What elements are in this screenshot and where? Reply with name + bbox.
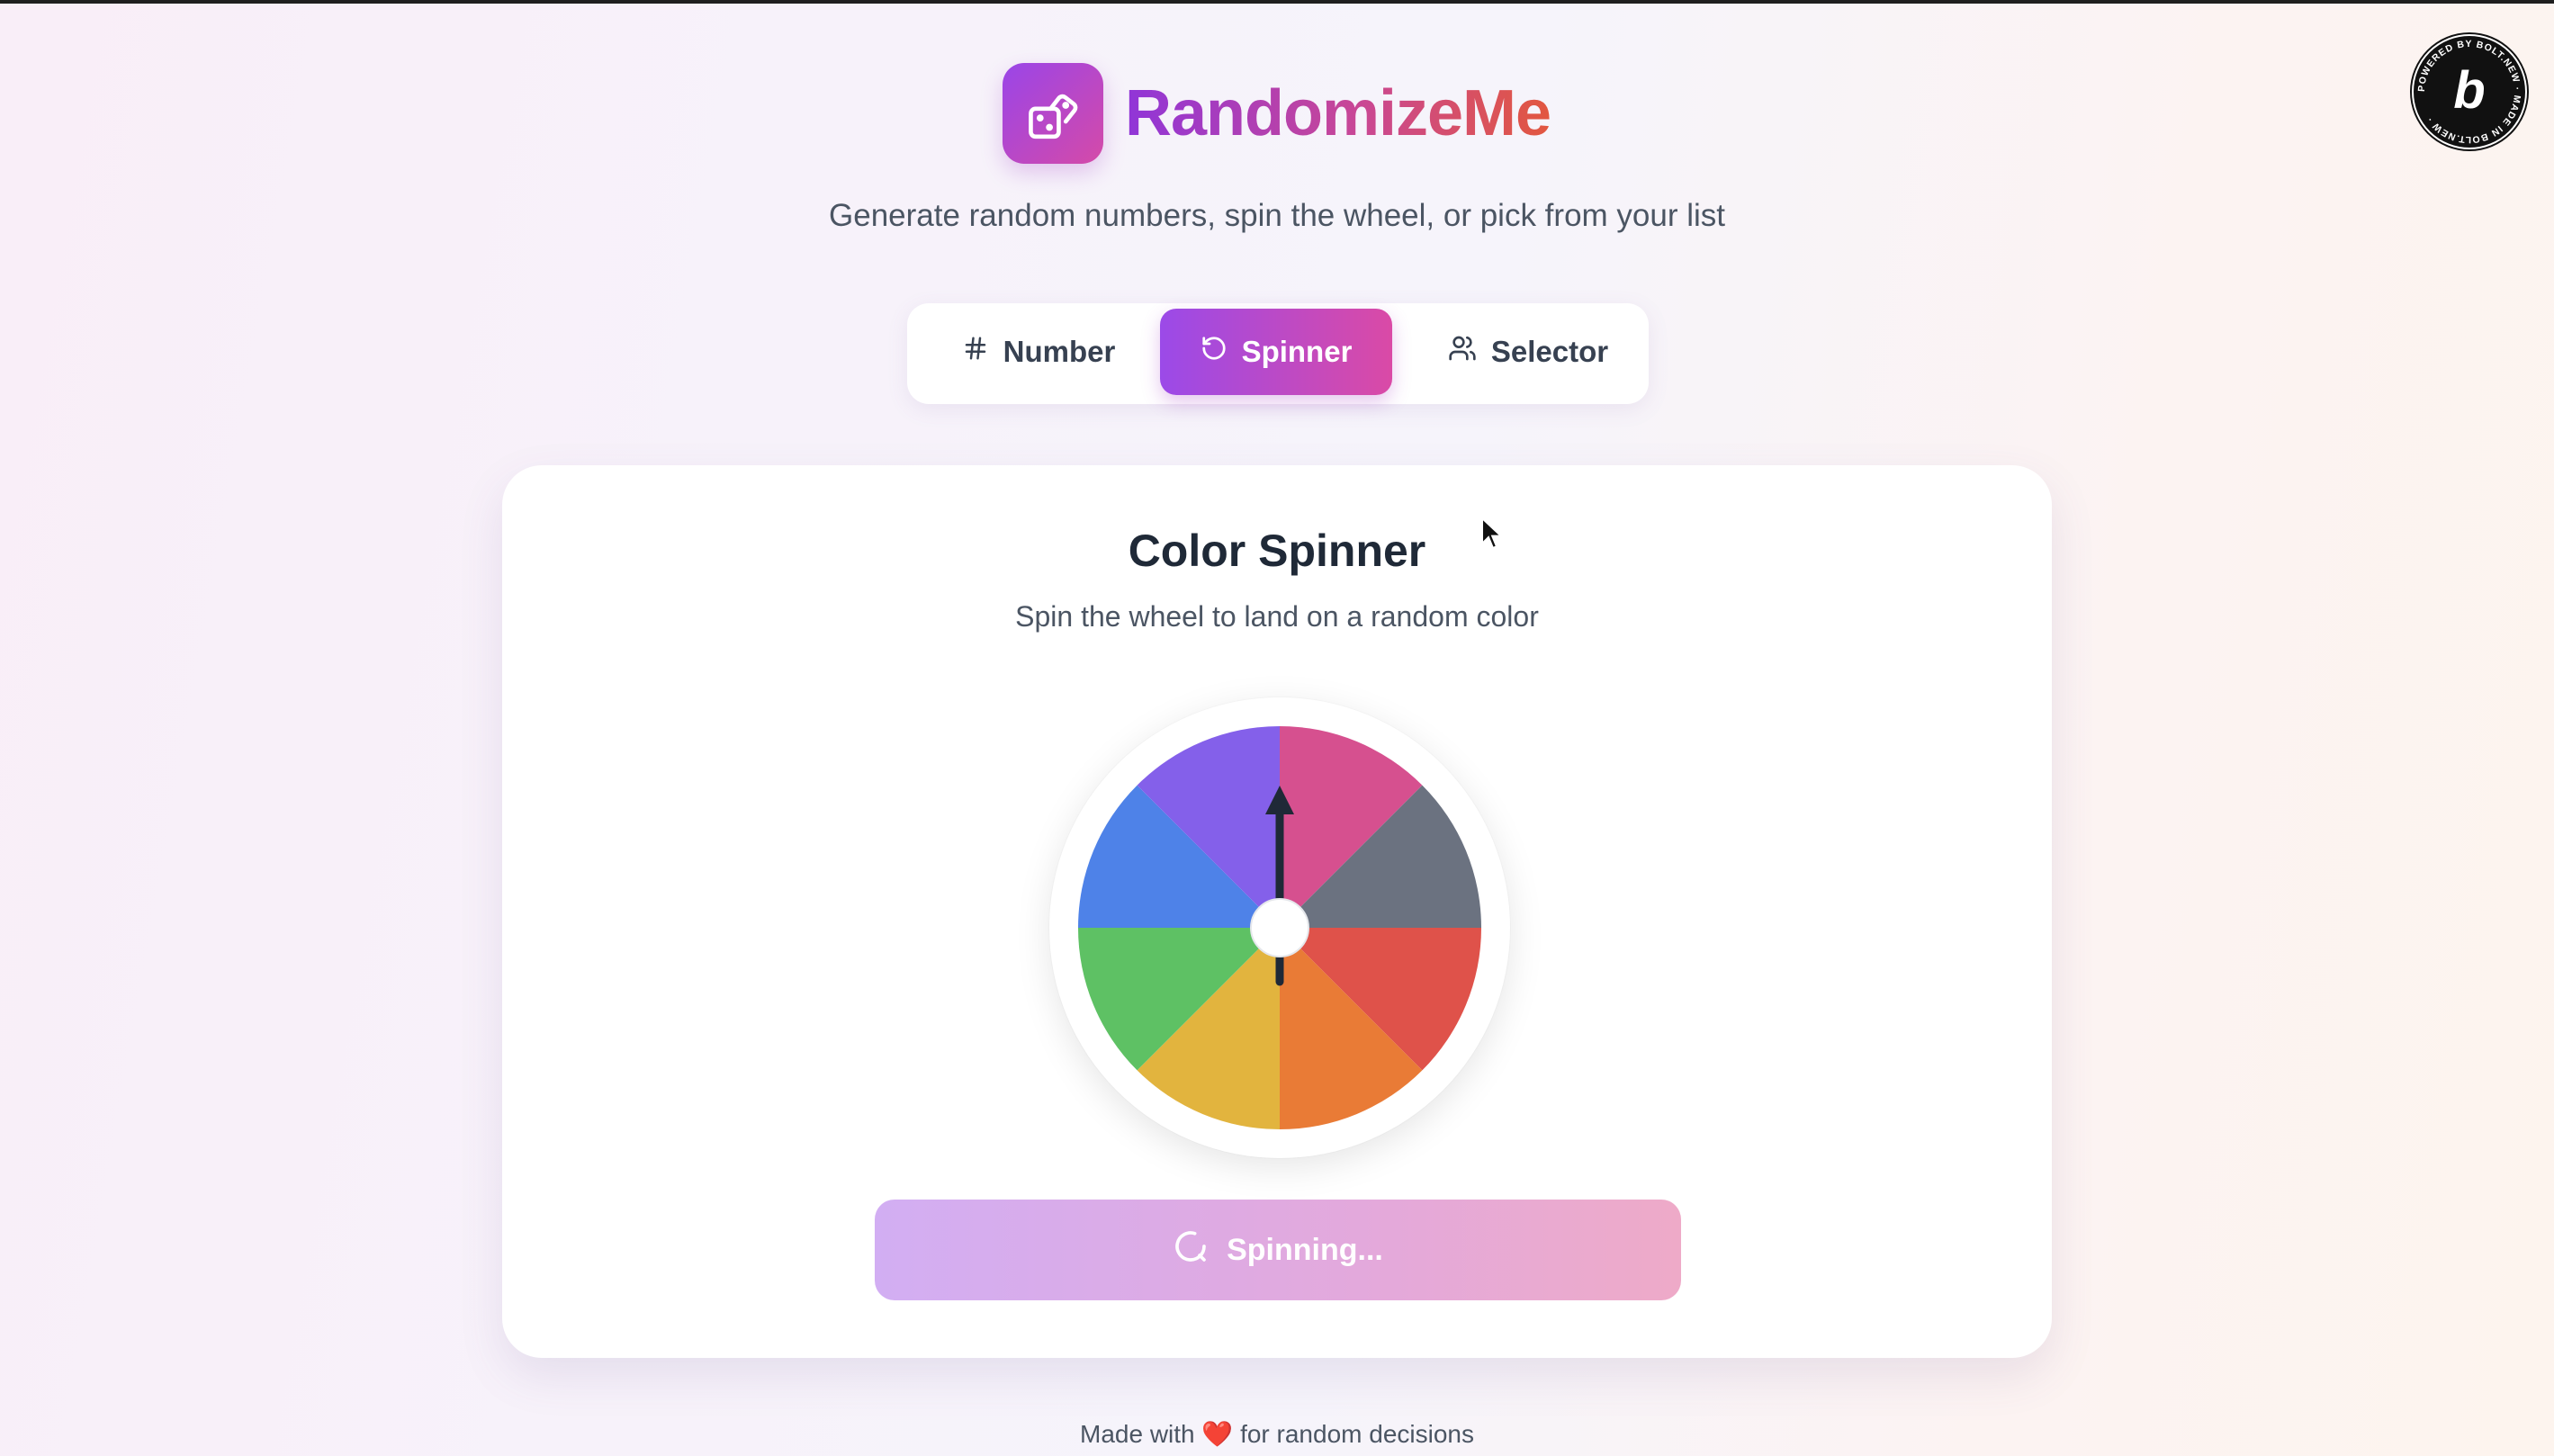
mode-tabs: Number Spinner Selector — [907, 303, 1649, 404]
dice-icon — [1003, 63, 1103, 164]
spinner-title: Color Spinner — [1128, 526, 1426, 576]
spin-button-label: Spinning... — [1227, 1232, 1383, 1267]
brand: RandomizeMe — [1003, 63, 1551, 164]
spinner-description: Spin the wheel to land on a random color — [1015, 600, 1539, 633]
tab-selector[interactable]: Selector — [1431, 309, 1625, 395]
color-wheel[interactable] — [1049, 697, 1510, 1158]
footer-suffix: for random decisions — [1240, 1420, 1474, 1448]
hash-icon — [962, 335, 989, 369]
tab-number-label: Number — [1003, 335, 1116, 368]
bolt-badge[interactable]: POWERED BY BOLT.NEW · MADE IN BOLT.NEW ·… — [2410, 32, 2529, 151]
app-subtitle: Generate random numbers, spin the wheel,… — [829, 198, 1725, 233]
tab-selector-label: Selector — [1490, 335, 1609, 368]
tab-number[interactable]: Number — [949, 309, 1129, 395]
footer: Made with ❤️ for random decisions — [0, 1419, 2554, 1449]
tab-spinner[interactable]: Spinner — [1160, 309, 1392, 395]
users-icon — [1448, 334, 1477, 370]
heart-icon: ❤️ — [1201, 1420, 1234, 1448]
app-title: RandomizeMe — [1125, 77, 1551, 149]
loading-icon — [1173, 1228, 1209, 1272]
rotate-icon — [1201, 335, 1228, 369]
mouse-cursor-icon — [1480, 516, 1504, 555]
spinner-card: Color Spinner Spin the wheel to land on … — [502, 465, 2052, 1358]
footer-prefix: Made with — [1080, 1420, 1195, 1448]
wheel-center-hub — [1250, 898, 1309, 957]
spin-button[interactable]: Spinning... — [875, 1200, 1681, 1300]
badge-letter: b — [2453, 61, 2485, 120]
tab-spinner-label: Spinner — [1241, 335, 1353, 368]
